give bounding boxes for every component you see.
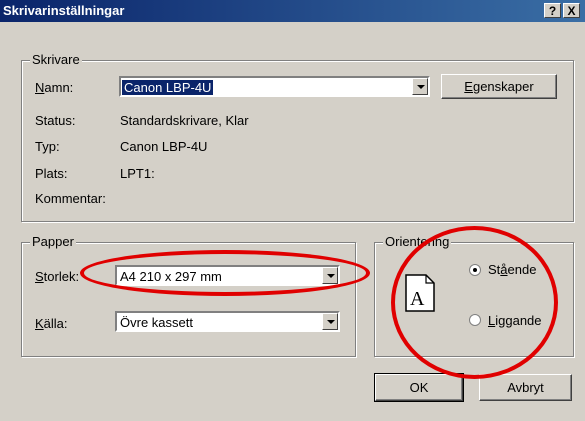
orientation-group: Orientering bbox=[374, 234, 574, 357]
svg-text:A: A bbox=[410, 288, 425, 310]
chevron-down-icon[interactable] bbox=[322, 313, 338, 330]
paper-size-value: A4 210 x 297 mm bbox=[120, 269, 222, 284]
source-label: Källa: bbox=[35, 316, 68, 331]
ok-button[interactable]: OK bbox=[374, 373, 464, 402]
properties-button[interactable]: Egenskaper bbox=[441, 74, 557, 99]
chevron-down-icon[interactable] bbox=[412, 78, 428, 95]
printer-name-label: Namn: bbox=[35, 80, 74, 95]
location-label: Plats: bbox=[35, 166, 68, 181]
help-button[interactable]: ? bbox=[544, 3, 561, 18]
cancel-button[interactable]: Avbryt bbox=[479, 374, 572, 401]
printer-name-select[interactable]: Canon LBP-4U bbox=[119, 76, 430, 97]
window-title: Skrivarinställningar bbox=[3, 3, 125, 18]
type-value: Canon LBP-4U bbox=[120, 139, 208, 154]
printer-name-value: Canon LBP-4U bbox=[122, 80, 214, 95]
type-label: Typ: bbox=[35, 139, 60, 154]
paper-group: Papper bbox=[21, 234, 356, 357]
portrait-radio[interactable] bbox=[469, 264, 481, 276]
status-label: Status: bbox=[35, 113, 76, 128]
orientation-group-legend: Orientering bbox=[383, 234, 452, 249]
size-label: Storlek: bbox=[35, 269, 80, 284]
landscape-label[interactable]: Liggande bbox=[488, 313, 542, 328]
status-value: Standardskrivare, Klar bbox=[120, 113, 249, 128]
close-button[interactable]: X bbox=[563, 3, 580, 18]
portrait-label[interactable]: Stående bbox=[488, 262, 536, 277]
paper-source-value: Övre kassett bbox=[120, 315, 193, 330]
paper-group-legend: Papper bbox=[30, 234, 76, 249]
title-bar: Skrivarinställningar ? X bbox=[0, 0, 585, 22]
location-value: LPT1: bbox=[120, 166, 155, 181]
paper-source-select[interactable]: Övre kassett bbox=[115, 311, 340, 332]
paper-size-select[interactable]: A4 210 x 297 mm bbox=[115, 265, 340, 286]
portrait-page-icon: A bbox=[405, 274, 435, 312]
comment-label: Kommentar: bbox=[35, 191, 106, 206]
chevron-down-icon[interactable] bbox=[322, 267, 338, 284]
landscape-radio[interactable] bbox=[469, 314, 481, 326]
printer-group-legend: Skrivare bbox=[30, 52, 82, 67]
printer-settings-dialog: Skrivarinställningar ? X Skrivare Namn: … bbox=[0, 0, 585, 421]
